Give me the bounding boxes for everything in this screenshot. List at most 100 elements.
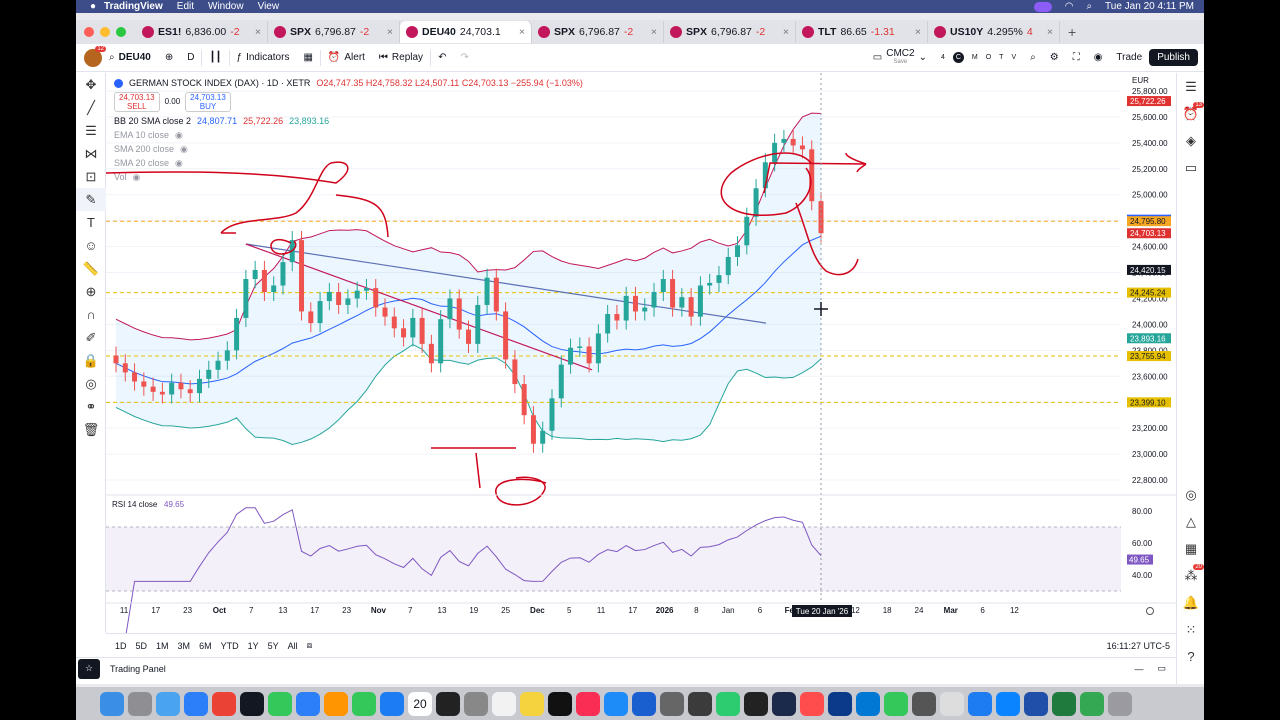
s-app-icon[interactable] (968, 691, 992, 716)
tab-4[interactable]: SPX 6,796.87 -2 × (664, 21, 796, 43)
close-tab-icon[interactable]: × (387, 26, 393, 38)
star-icon[interactable]: ☆ (78, 658, 100, 679)
settings-button[interactable]: ⚙ (1043, 44, 1066, 72)
brush-icon[interactable]: ✎ (76, 188, 106, 211)
candle[interactable] (512, 359, 518, 385)
clock[interactable]: Tue Jan 20 4:11 PM (1105, 1, 1194, 12)
streams-icon[interactable]: ⁂ 20 (1177, 562, 1204, 589)
range-5d[interactable]: 5D (136, 641, 148, 651)
candle[interactable] (456, 298, 462, 330)
candle[interactable] (280, 262, 286, 286)
candle[interactable] (781, 138, 787, 143)
app-name[interactable]: TradingView (104, 1, 163, 12)
candle[interactable] (540, 430, 546, 444)
watchlist-icon[interactable]: ☰ (1177, 73, 1204, 100)
outlook-icon[interactable] (856, 691, 880, 716)
candle[interactable] (141, 381, 147, 387)
candle[interactable] (419, 317, 425, 344)
candle[interactable] (271, 285, 277, 292)
candle[interactable] (113, 355, 119, 364)
candle[interactable] (206, 369, 212, 379)
close-tab-icon[interactable]: × (651, 26, 657, 38)
maps-icon[interactable] (296, 691, 320, 716)
candle[interactable] (382, 307, 388, 317)
menu-window[interactable]: Window (208, 1, 244, 12)
zoom-window-icon[interactable] (116, 27, 126, 37)
close-tab-icon[interactable]: × (519, 26, 525, 38)
buy-button[interactable]: 24,703.13 BUY (185, 92, 231, 112)
disk-icon[interactable] (1024, 691, 1048, 716)
range-1m[interactable]: 1M (156, 641, 169, 651)
candle[interactable] (670, 279, 676, 308)
layout-o[interactable]: O (986, 54, 991, 61)
candle[interactable] (428, 343, 434, 364)
layout-c[interactable]: C (952, 52, 964, 63)
activity-icon[interactable] (800, 691, 824, 716)
candle[interactable] (697, 285, 703, 317)
candle[interactable] (252, 269, 258, 280)
facetime-icon[interactable] (352, 691, 376, 716)
candle[interactable] (336, 291, 342, 305)
indicators-button[interactable]: ƒ Indicators (230, 44, 297, 72)
candle[interactable] (178, 382, 184, 390)
layout-count[interactable]: 4 (941, 54, 945, 61)
candle[interactable] (688, 297, 694, 317)
range-all[interactable]: All (288, 641, 298, 651)
indicator-1[interactable]: EMA 10 close ◉ (114, 128, 583, 142)
publish-button[interactable]: Publish (1149, 49, 1198, 66)
new-tab-icon[interactable]: + (1068, 24, 1076, 40)
tab-2[interactable]: DEU40 24,703.1 × (400, 21, 532, 43)
snapshot-button[interactable]: ◉ (1087, 44, 1110, 72)
webstorm-icon[interactable] (772, 691, 796, 716)
range-ytd[interactable]: YTD (221, 641, 239, 651)
search-icon[interactable]: ⌕ (1086, 1, 1092, 12)
zoom-in-icon[interactable]: ⊕ (76, 280, 106, 303)
chart-area[interactable]: 25,800.00 25,600.00 25,400.00 25,200.00 25,0… (105, 73, 1176, 640)
candle[interactable] (215, 360, 221, 370)
safari-icon[interactable] (184, 691, 208, 716)
notes-yellow-icon[interactable] (520, 691, 544, 716)
tab-3[interactable]: SPX 6,796.87 -2 × (532, 21, 664, 43)
candle[interactable] (261, 269, 267, 292)
ideas-icon[interactable]: △ (1177, 508, 1204, 535)
compare-button[interactable]: ⊕ (158, 44, 180, 72)
candle[interactable] (605, 314, 611, 334)
candle[interactable] (122, 363, 128, 373)
candle[interactable] (623, 295, 629, 321)
appstore2-icon[interactable] (604, 691, 628, 716)
alert-button[interactable]: ⏰ Alert (321, 44, 372, 72)
cleaner-icon[interactable] (716, 691, 740, 716)
keynote-icon[interactable] (632, 691, 656, 716)
candle[interactable] (373, 288, 379, 308)
candle[interactable] (725, 256, 731, 276)
close-tab-icon[interactable]: × (255, 26, 261, 38)
candle[interactable] (799, 145, 805, 150)
candle[interactable] (595, 333, 601, 364)
record-indicator-icon[interactable] (1033, 1, 1052, 12)
trash-dock-icon[interactable] (1108, 691, 1132, 716)
avatar[interactable]: 12 (84, 45, 106, 67)
candle[interactable] (790, 138, 796, 146)
help-icon[interactable]: ? (1177, 643, 1204, 670)
candle[interactable] (707, 282, 713, 286)
candle[interactable] (317, 301, 323, 324)
photos-icon[interactable] (324, 691, 348, 716)
appstore-icon[interactable] (380, 691, 404, 716)
menu-view[interactable]: View (258, 1, 280, 12)
eye-icon[interactable]: ◎ (76, 372, 106, 395)
bell-icon[interactable]: 🔔 (1177, 589, 1204, 616)
layout-m[interactable]: M (972, 54, 978, 61)
candle[interactable] (187, 389, 193, 394)
minimize-panel-icon[interactable]: — (1134, 664, 1143, 674)
apps-icon[interactable]: ⁙ (1177, 616, 1204, 643)
magnet-icon[interactable]: ∩ (76, 303, 106, 326)
trendline-icon[interactable]: ╱ (76, 96, 106, 119)
close-tab-icon[interactable]: × (783, 26, 789, 38)
candle[interactable] (521, 384, 527, 416)
candle[interactable] (577, 346, 583, 348)
candle[interactable] (716, 275, 722, 283)
tab-6[interactable]: US10Y 4.295% 4 × (928, 21, 1060, 43)
tab-5[interactable]: TLT 86.65 -1.31 × (796, 21, 928, 43)
range-1y[interactable]: 1Y (248, 641, 259, 651)
fullscreen-button[interactable]: ⛶ (1066, 44, 1087, 72)
